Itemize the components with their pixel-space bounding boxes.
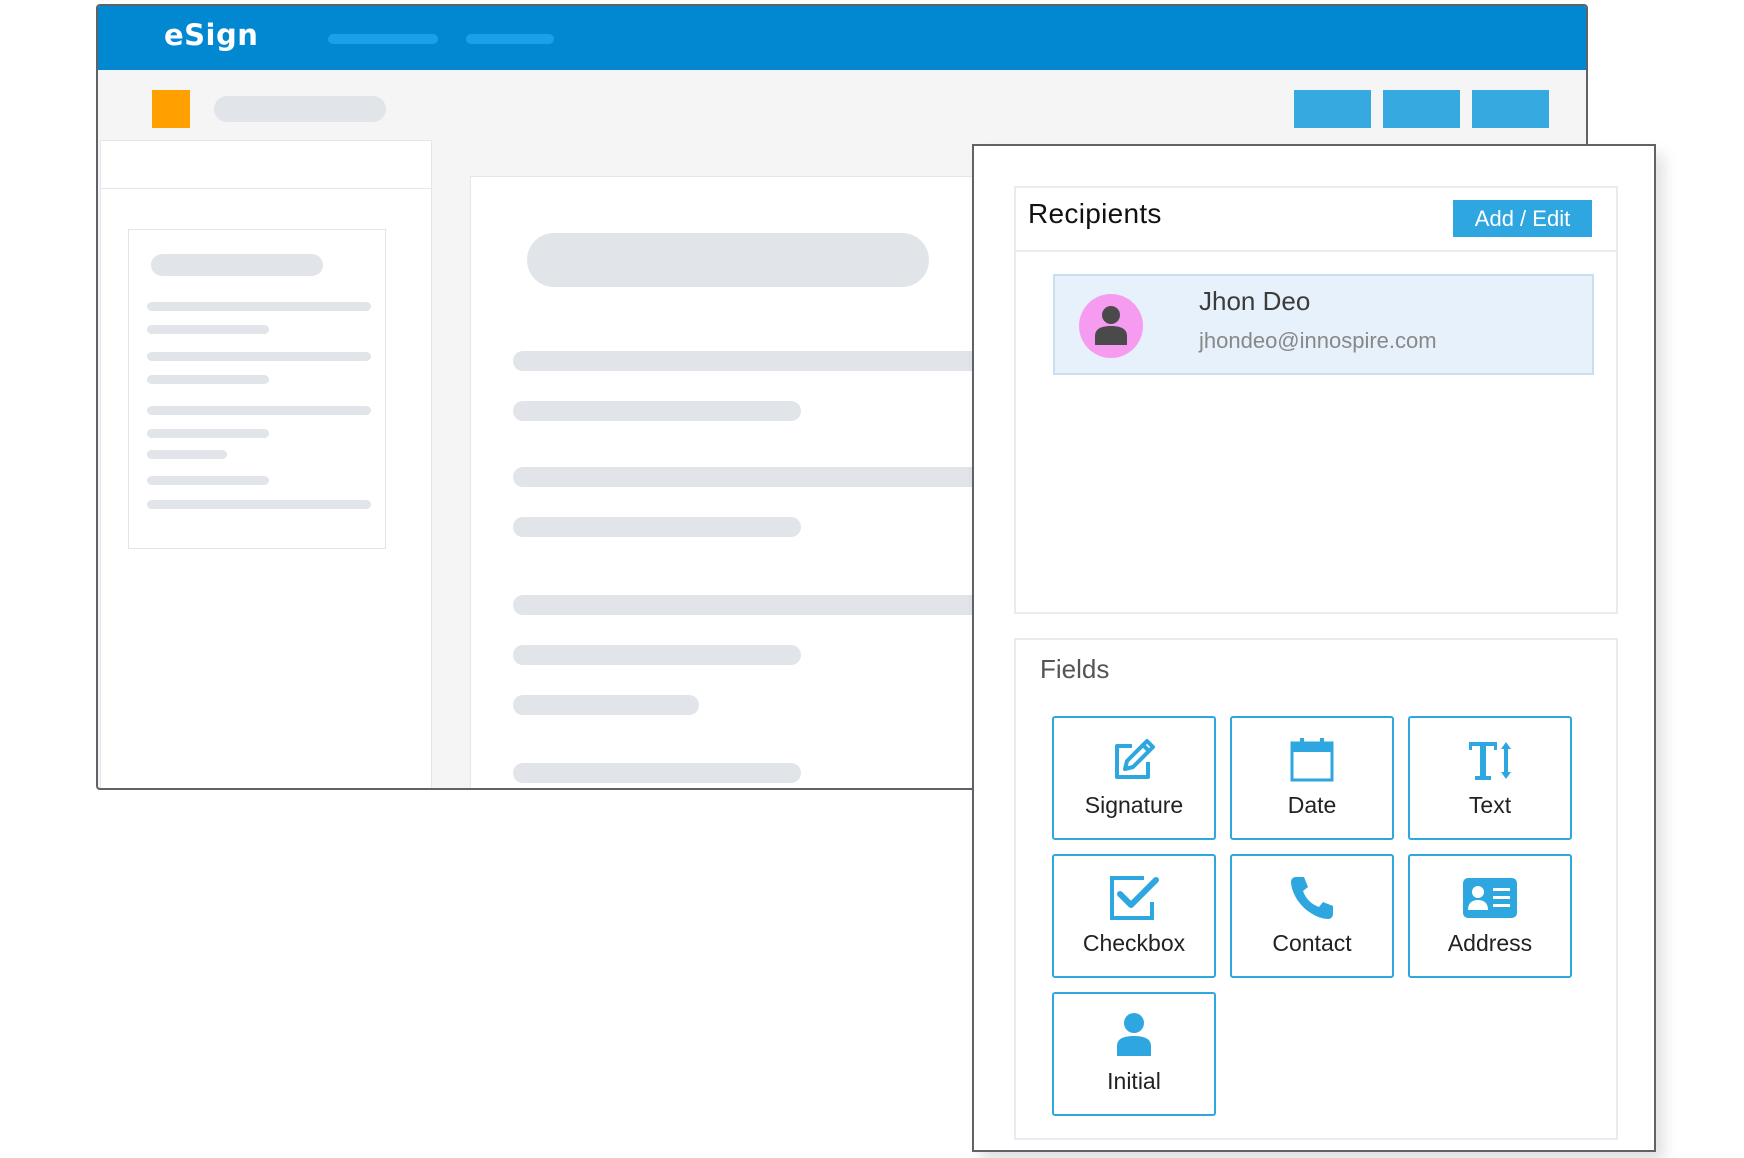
document-line-placeholder: [513, 467, 1013, 487]
document-line-placeholder: [513, 595, 1013, 615]
fields-title: Fields: [1040, 654, 1110, 684]
toolbar-button[interactable]: [1472, 90, 1549, 128]
nav-link-placeholder[interactable]: [328, 34, 438, 44]
thumbnail-line-placeholder: [147, 500, 371, 509]
thumbnail-line-placeholder: [147, 352, 371, 361]
document-heading-placeholder: [527, 233, 929, 287]
address-card-icon: [1463, 878, 1517, 918]
recipients-fields-panel: Recipients Add / Edit Jhon Deo jhondeo@i…: [972, 144, 1656, 1152]
checkbox-icon: [1110, 876, 1159, 920]
document-line-placeholder: [513, 695, 699, 715]
field-label: Address: [1447, 930, 1533, 956]
document-line-placeholder: [513, 401, 801, 421]
signature-icon: [1115, 739, 1155, 779]
field-initial-button[interactable]: Initial: [1052, 992, 1216, 1116]
document-line-placeholder: [513, 763, 801, 783]
add-edit-recipients-button[interactable]: Add / Edit: [1453, 200, 1592, 237]
recipients-title: Recipients: [1028, 198, 1162, 229]
field-label: Date: [1287, 792, 1337, 818]
page-thumbnail[interactable]: [128, 229, 386, 549]
document-line-placeholder: [513, 645, 801, 665]
nav-link-placeholder[interactable]: [466, 34, 554, 44]
field-label: Initial: [1107, 1068, 1161, 1094]
document-line-placeholder: [513, 517, 801, 537]
recipient-name: Jhon Deo: [1199, 286, 1311, 316]
toolbar-button[interactable]: [1294, 90, 1371, 128]
recipients-header: Recipients Add / Edit: [1016, 188, 1616, 252]
recipient-email: jhondeo@innospire.com: [1199, 328, 1437, 353]
thumbnail-heading-placeholder: [151, 254, 323, 276]
thumbnail-line-placeholder: [147, 302, 371, 311]
thumbnail-line-placeholder: [147, 429, 269, 438]
recipient-item[interactable]: Jhon Deo jhondeo@innospire.com: [1053, 274, 1594, 375]
thumbnail-line-placeholder: [147, 450, 227, 459]
field-label: Text: [1468, 792, 1512, 818]
app-title: eSign: [164, 18, 259, 52]
field-date-button[interactable]: Date: [1230, 716, 1394, 840]
stage: eSign Recipients Add / Edit Jhon Deo jho…: [0, 0, 1744, 1158]
field-label: Signature: [1084, 792, 1184, 818]
recipients-card: Recipients Add / Edit Jhon Deo jhondeo@i…: [1014, 186, 1618, 614]
fields-card: Fields Signature Date Text Checkbox Cont…: [1014, 638, 1618, 1140]
field-label: Checkbox: [1082, 930, 1186, 956]
app-header: eSign: [98, 6, 1586, 70]
phone-icon: [1291, 877, 1333, 919]
recipient-avatar: [1079, 294, 1143, 358]
user-icon: [1117, 1013, 1151, 1056]
thumbnail-line-placeholder: [147, 375, 269, 384]
field-contact-button[interactable]: Contact: [1230, 854, 1394, 978]
field-signature-button[interactable]: Signature: [1052, 716, 1216, 840]
thumbnail-line-placeholder: [147, 325, 269, 334]
field-text-button[interactable]: Text: [1408, 716, 1572, 840]
page-thumbnails-panel: [100, 140, 432, 788]
document-line-placeholder: [513, 351, 1013, 371]
toolbar-button[interactable]: [1383, 90, 1460, 128]
text-icon: [1469, 742, 1511, 780]
field-label: Contact: [1272, 930, 1352, 956]
user-avatar-icon: [1095, 306, 1127, 345]
thumbnail-line-placeholder: [147, 406, 371, 415]
field-address-button[interactable]: Address: [1408, 854, 1572, 978]
thumbnails-panel-header: [101, 141, 431, 189]
calendar-icon: [1290, 738, 1334, 782]
document-name-placeholder: [214, 96, 386, 122]
field-checkbox-button[interactable]: Checkbox: [1052, 854, 1216, 978]
thumbnail-line-placeholder: [147, 476, 269, 485]
app-logo-square: [152, 90, 190, 128]
